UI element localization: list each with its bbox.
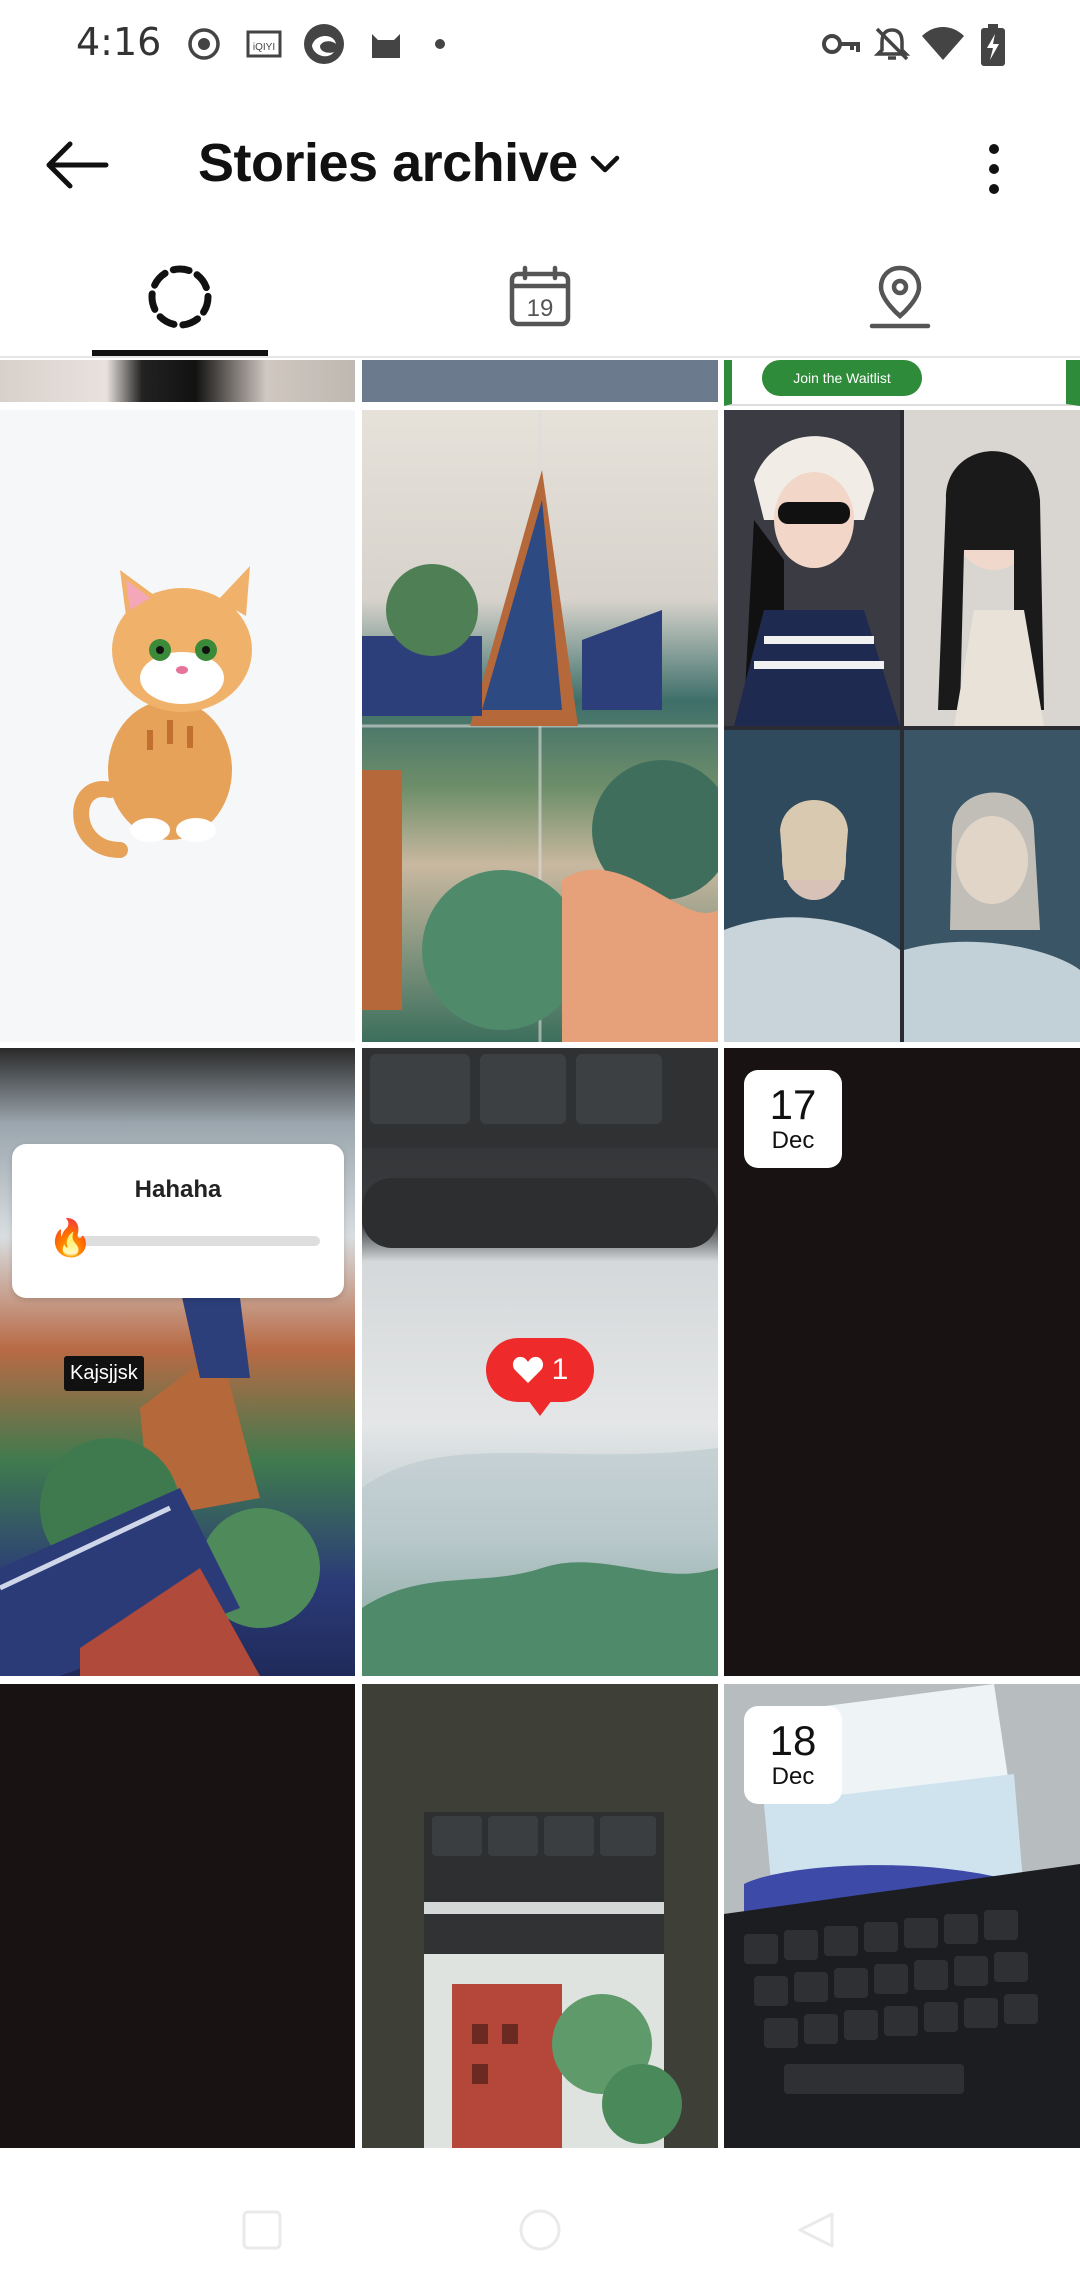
cat-sticker-image [73, 566, 252, 858]
wifi-icon [920, 24, 966, 69]
home-button[interactable] [510, 2200, 570, 2260]
circle-home-icon [519, 2209, 561, 2251]
dot-icon [430, 24, 450, 64]
iqiyi-icon: iQIYI [246, 24, 282, 64]
mention-tag: Kajsjjsk [64, 1356, 144, 1391]
date-day: 17 [769, 1081, 817, 1128]
heart-icon [512, 1356, 543, 1383]
date-month: Dec [771, 1763, 815, 1790]
story-thumbnail-photo-collage[interactable] [724, 410, 1080, 1042]
cat-app-icon [366, 24, 406, 64]
edge-icon [302, 22, 346, 66]
status-time: 4:16 [76, 20, 162, 64]
story-thumbnail-cat[interactable] [0, 410, 355, 1042]
poll-slider-track [60, 1236, 320, 1246]
tab-stories[interactable] [0, 238, 360, 356]
record-icon [184, 24, 224, 64]
story-thumbnail-partial[interactable] [0, 360, 355, 402]
iqiyi-icon-label: iQIYI [253, 42, 275, 53]
story-thumbnail-tissue-dec18[interactable]: 18 Dec [724, 1684, 1080, 2148]
system-navigation-bar [0, 2148, 1080, 2280]
header: Stories archive [0, 88, 1080, 238]
date-badge: 17 Dec [744, 1070, 842, 1168]
photo-collage-image [724, 410, 1080, 1042]
arrow-left-icon [46, 141, 109, 189]
page-title[interactable]: Stories archive [198, 132, 578, 194]
story-thumbnail-dark-dec17[interactable]: 17 Dec [724, 1048, 1080, 1676]
painting-collage-image [362, 410, 718, 1042]
calendar-icon-day: 19 [527, 295, 554, 322]
like-count-bubble: 1 [486, 1338, 594, 1416]
status-bar: 4:16 iQIYI [0, 0, 1080, 88]
poll-background-image [0, 1288, 320, 1676]
story-thumbnail-painting-collage[interactable] [362, 410, 718, 1042]
poll-title: Hahaha [134, 1176, 222, 1203]
calendar-icon: 19 [509, 265, 571, 327]
fire-emoji: 🔥 [48, 1217, 93, 1258]
story-thumbnail-dark[interactable] [0, 1684, 355, 2148]
stories-grid: Join the Waitlist Hahaha 🔥 Kajsjjsk 1 17… [0, 360, 1080, 2148]
keyboard-frame-image [424, 1812, 682, 2148]
back-nav-button[interactable] [786, 2200, 846, 2260]
vpn-key-icon [820, 24, 862, 69]
recents-button[interactable] [232, 2200, 292, 2260]
like-count: 1 [551, 1353, 569, 1386]
chevron-down-icon[interactable] [585, 144, 625, 184]
bell-off-icon [872, 24, 912, 69]
back-button[interactable] [40, 128, 114, 202]
story-thumbnail-keyboard-frame[interactable] [362, 1684, 718, 2148]
story-ring-icon [148, 265, 212, 329]
story-thumbnail-partial[interactable]: Join the Waitlist [724, 360, 1080, 406]
story-thumbnail-keyboard-like[interactable]: 1 [362, 1048, 718, 1676]
story-thumbnail-poll[interactable]: Hahaha 🔥 Kajsjjsk [0, 1048, 355, 1676]
date-day: 18 [769, 1717, 817, 1764]
location-pin-icon [869, 265, 931, 329]
triangle-back-icon [798, 2212, 834, 2248]
poll-sticker: Hahaha 🔥 [12, 1144, 344, 1298]
archive-tabs: 19 [0, 238, 1080, 358]
date-month: Dec [771, 1127, 815, 1154]
date-badge: 18 Dec [744, 1706, 842, 1804]
more-vertical-icon [989, 144, 999, 194]
battery-charging-icon [978, 24, 1008, 73]
more-options-button[interactable] [966, 132, 1022, 206]
story-thumbnail-partial[interactable] [362, 360, 718, 402]
tab-calendar[interactable]: 19 [360, 238, 720, 356]
waitlist-badge: Join the Waitlist [762, 360, 922, 396]
tab-map[interactable] [720, 238, 1080, 356]
square-recent-icon [242, 2210, 282, 2250]
